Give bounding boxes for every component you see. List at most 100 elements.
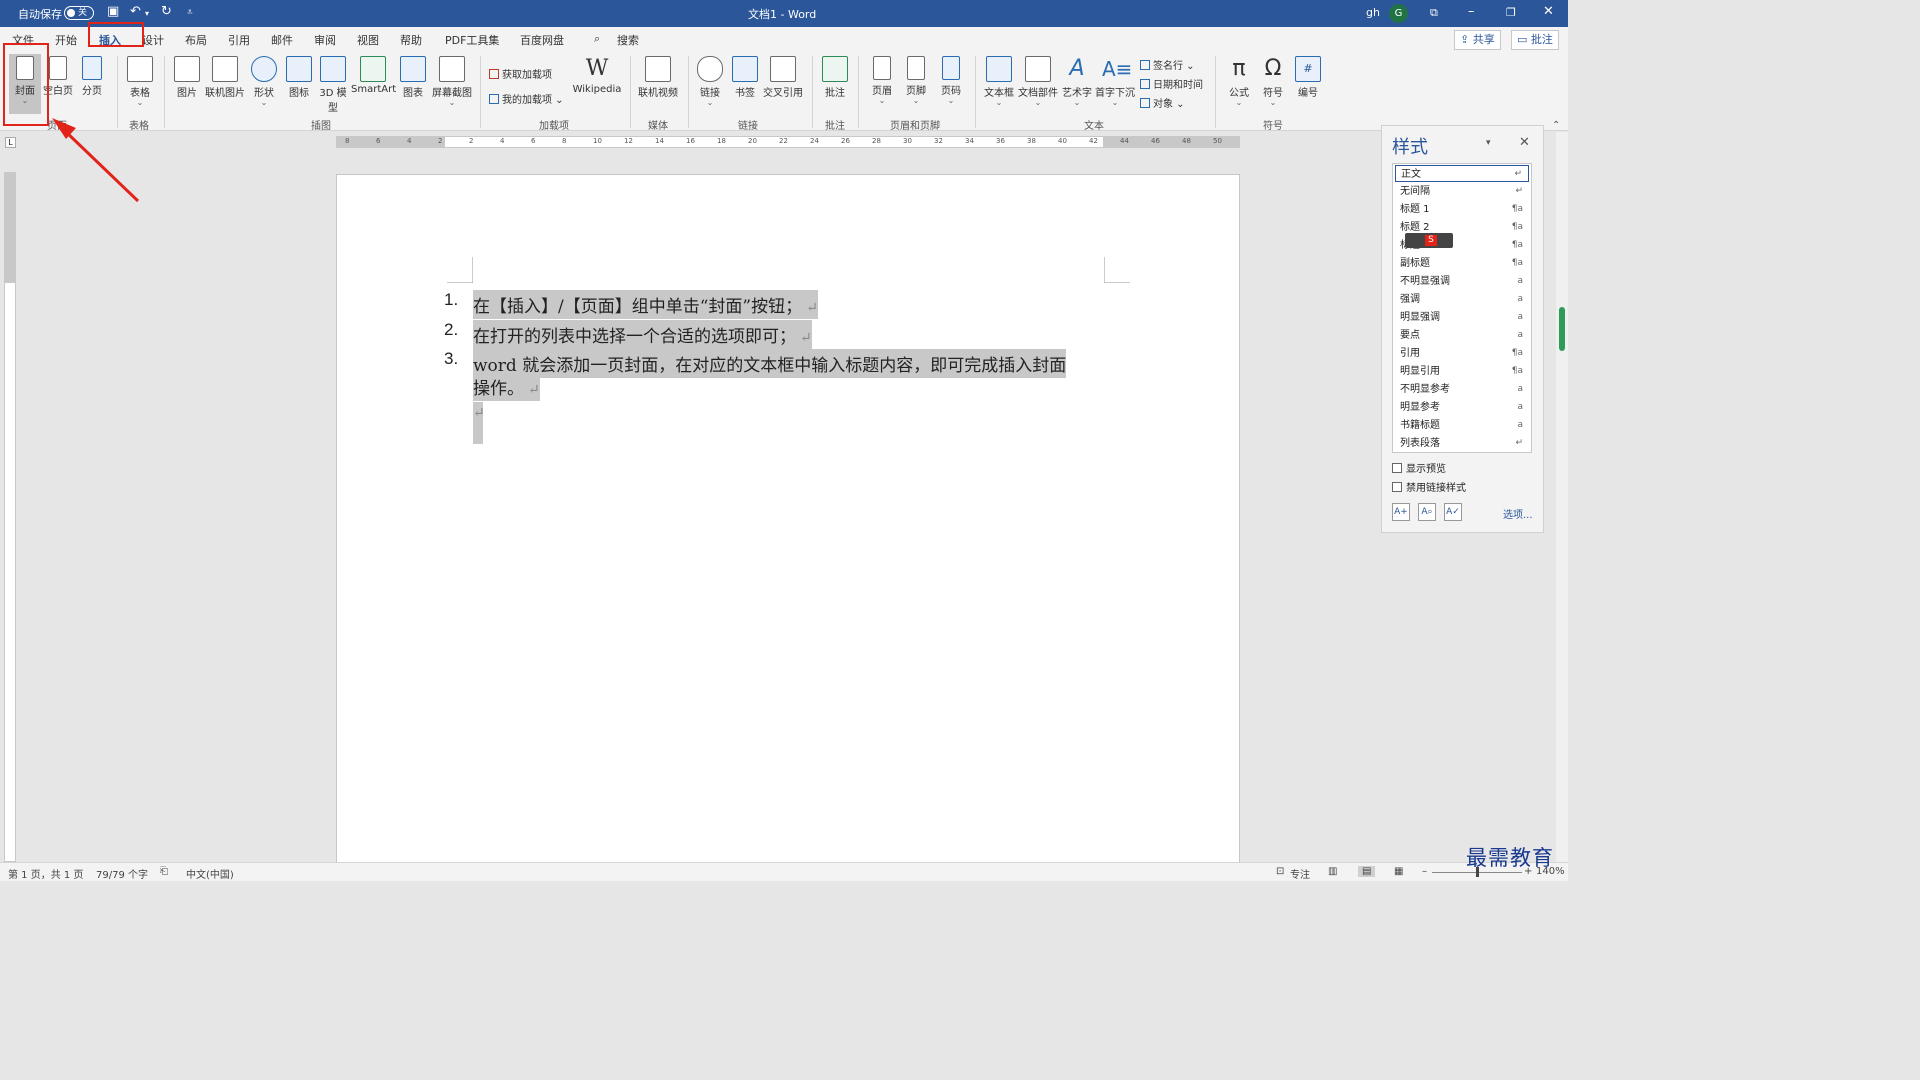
online-pictures-button[interactable]: 联机图片	[204, 56, 246, 99]
undo-icon[interactable]: ↶	[130, 4, 141, 19]
scroll-thumb[interactable]	[1559, 307, 1565, 351]
document-page[interactable]	[336, 174, 1240, 874]
tab-view[interactable]: 视图	[357, 32, 379, 48]
smartart-button[interactable]: SmartArt	[351, 56, 396, 95]
style-item[interactable]: 引用 ¶a	[1395, 345, 1529, 362]
close-icon[interactable]: ✕	[1543, 4, 1554, 19]
tab-baidu-netdisk[interactable]: 百度网盘	[520, 32, 564, 48]
word-count[interactable]: 79/79 个字	[96, 866, 148, 881]
numbering-button[interactable]: # 编号	[1294, 56, 1322, 99]
footer-button[interactable]: 页脚 ⌄	[902, 56, 930, 105]
style-item[interactable]: 要点 a	[1395, 327, 1529, 344]
cross-reference-button[interactable]: 交叉引用	[762, 56, 804, 99]
focus-icon[interactable]: ⊡	[1276, 866, 1284, 877]
tab-help[interactable]: 帮助	[400, 32, 422, 48]
share-button[interactable]: ⇪ 共享	[1454, 30, 1501, 50]
ime-toolbar[interactable]: S	[1405, 233, 1453, 248]
tab-references[interactable]: 引用	[228, 32, 250, 48]
style-item[interactable]: 明显引用 ¶a	[1395, 363, 1529, 380]
table-button[interactable]: 表格 ⌄	[125, 56, 155, 107]
page-number-button[interactable]: 页码 ⌄	[937, 56, 965, 105]
text-box-button[interactable]: 文本框 ⌄	[982, 56, 1016, 107]
page-break-button[interactable]: 分页	[78, 56, 106, 97]
drop-cap-button[interactable]: A≡ 首字下沉 ⌄	[1094, 56, 1136, 107]
tab-selector[interactable]: L	[5, 137, 16, 148]
shapes-button[interactable]: 形状 ⌄	[250, 56, 278, 107]
screenshot-button[interactable]: 屏幕截图 ⌄	[430, 56, 474, 107]
focus-label[interactable]: 专注	[1290, 866, 1310, 881]
disable-linked-styles-checkbox[interactable]: 禁用链接样式	[1392, 479, 1466, 494]
style-item[interactable]: 不明显强调 a	[1395, 273, 1529, 290]
tab-review[interactable]: 审阅	[314, 32, 336, 48]
print-layout-icon[interactable]: ▤	[1358, 866, 1376, 877]
quick-parts-button[interactable]: 文档部件 ⌄	[1016, 56, 1060, 107]
new-style-button[interactable]: A+	[1392, 503, 1410, 521]
zoom-out-icon[interactable]: –	[1422, 866, 1427, 877]
object-button[interactable]: 对象 ⌄	[1140, 95, 1185, 110]
symbol-button[interactable]: Ω 符号 ⌄	[1259, 56, 1287, 107]
search-icon[interactable]: ⌕	[594, 32, 600, 46]
redo-icon[interactable]: ↻	[161, 4, 172, 19]
comments-button[interactable]: ▭ 批注	[1511, 30, 1559, 50]
list-text[interactable]: 在打开的列表中选择一个合适的选项即可； ↵	[473, 320, 812, 349]
list-text[interactable]: word 就会添加一页封面，在对应的文本框中输入标题内容，即可完成插入封面	[473, 349, 1067, 378]
style-item[interactable]: 明显强调 a	[1395, 309, 1529, 326]
wordart-button[interactable]: A 艺术字 ⌄	[1060, 56, 1094, 107]
style-item[interactable]: 书籍标题 a	[1395, 417, 1529, 434]
link-button[interactable]: 链接 ⌄	[696, 56, 724, 107]
minimize-icon[interactable]: –	[1468, 4, 1475, 19]
ribbon-display-icon[interactable]: ⧉	[1430, 6, 1438, 20]
icons-button[interactable]: 图标	[285, 56, 313, 99]
equation-button[interactable]: π 公式 ⌄	[1225, 56, 1253, 107]
avatar[interactable]: G	[1389, 4, 1408, 23]
style-item[interactable]: 强调 a	[1395, 291, 1529, 308]
customize-qat-icon[interactable]: ⩡	[187, 7, 193, 18]
online-video-button[interactable]: 联机视频	[637, 56, 679, 99]
search-label[interactable]: 搜索	[617, 32, 639, 48]
read-mode-icon[interactable]: ▥	[1328, 866, 1337, 877]
header-button[interactable]: 页眉 ⌄	[868, 56, 896, 105]
pane-options-icon[interactable]: ▾	[1486, 138, 1491, 148]
undo-dropdown-icon[interactable]: ▾	[145, 9, 149, 18]
bookmark-button[interactable]: 书签	[731, 56, 759, 99]
autosave-toggle[interactable]: 关	[64, 6, 94, 20]
style-item[interactable]: 列表段落 ↵	[1395, 435, 1529, 452]
signature-line-button[interactable]: 签名行 ⌄	[1140, 57, 1195, 72]
proofing-icon[interactable]: ⎗	[160, 866, 168, 877]
date-time-button[interactable]: 日期和时间	[1140, 76, 1203, 91]
pictures-button[interactable]: 图片	[172, 56, 202, 99]
user-name[interactable]: gh	[1366, 6, 1380, 19]
tab-pdf-tools[interactable]: PDF工具集	[445, 32, 499, 48]
show-preview-checkbox[interactable]: 显示预览	[1392, 460, 1446, 475]
vertical-scrollbar[interactable]	[1556, 132, 1568, 862]
style-item[interactable]: 无间隔 ↵	[1395, 183, 1529, 200]
empty-paragraph[interactable]: ↵	[473, 402, 485, 444]
horizontal-ruler[interactable]: 8 6 4 2 2 4 6 8 10 12 14 16 18 20 22 24 26 28 30 32 34 36 38 40…	[336, 136, 1240, 148]
vertical-ruler[interactable]	[4, 172, 16, 862]
page-count[interactable]: 第 1 页，共 1 页	[8, 866, 83, 881]
wikipedia-button[interactable]: W Wikipedia	[572, 56, 622, 95]
style-item[interactable]: 副标题 ¶a	[1395, 255, 1529, 272]
styles-list[interactable]: 正文↵无间隔↵标题 1¶a标题 2¶a标题¶a副标题¶a不明显强调a强调a明显强…	[1392, 163, 1532, 453]
my-addins-button[interactable]: 我的加载项 ⌄	[489, 91, 564, 106]
save-icon[interactable]: ▣	[107, 4, 119, 19]
style-item[interactable]: 标题 1 ¶a	[1395, 201, 1529, 218]
tab-design[interactable]: 设计	[142, 32, 164, 48]
style-item[interactable]: 正文 ↵	[1395, 165, 1529, 182]
close-pane-icon[interactable]: ✕	[1519, 135, 1530, 150]
language[interactable]: 中文(中国)	[186, 866, 234, 881]
tab-home[interactable]: 开始	[55, 32, 77, 48]
style-item[interactable]: 不明显参考 a	[1395, 381, 1529, 398]
tab-layout[interactable]: 布局	[185, 32, 207, 48]
style-options-link[interactable]: 选项...	[1503, 506, 1533, 521]
restore-icon[interactable]: ❐	[1506, 6, 1516, 19]
comment-button[interactable]: 批注	[820, 56, 850, 99]
tab-mailings[interactable]: 邮件	[271, 32, 293, 48]
style-item[interactable]: 明显参考 a	[1395, 399, 1529, 416]
3d-models-button[interactable]: 3D 模型	[318, 56, 348, 114]
chart-button[interactable]: 图表	[399, 56, 427, 99]
style-inspector-button[interactable]: A⌕	[1418, 503, 1436, 521]
collapse-ribbon-icon[interactable]: ⌃	[1552, 120, 1560, 131]
list-text[interactable]: 在【插入】/【页面】组中单击“封面”按钮； ↵	[473, 290, 818, 319]
list-text[interactable]: 操作。 ↵	[473, 372, 540, 401]
